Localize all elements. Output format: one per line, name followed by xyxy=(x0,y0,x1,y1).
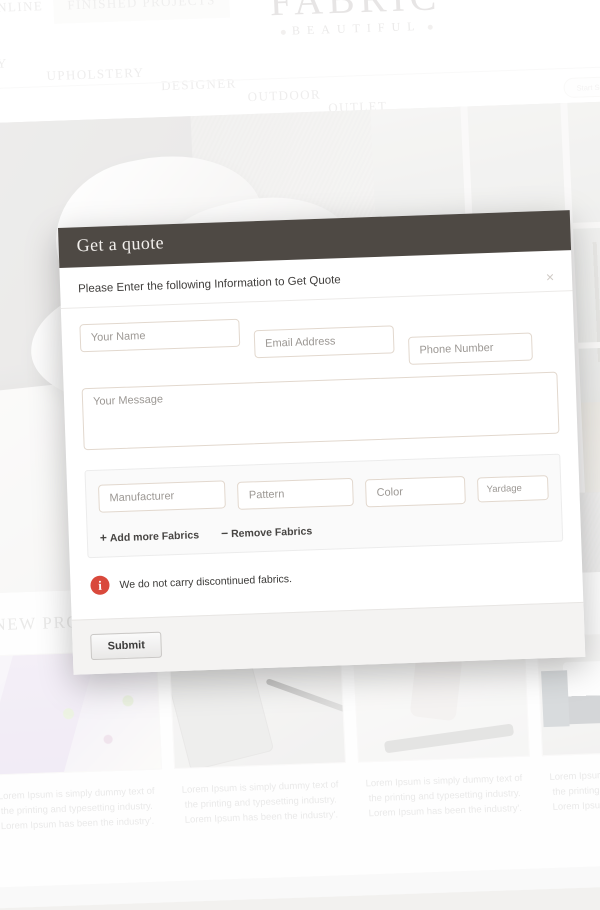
main-navigation: SHOP ONLINE FINISHED PROJECTS DRAPERY UP… xyxy=(0,0,460,115)
message-textarea[interactable]: Your Message xyxy=(81,371,560,451)
fabric-details-group: Manufacturer Pattern Color Yardage + Add … xyxy=(84,453,564,559)
remove-fabrics-label: Remove Fabrics xyxy=(230,525,313,541)
plus-icon: + xyxy=(99,530,108,545)
modal-title: Get a quote xyxy=(76,232,165,256)
contact-fields-row: Your Name Email Address Phone Number xyxy=(79,308,557,377)
project-card-caption: Lorem Ipsum is simply dummy text of the … xyxy=(0,785,155,833)
fabric-fields-row: Manufacturer Pattern Color Yardage xyxy=(97,469,549,517)
notice-text: We do not carry discontinued fabrics. xyxy=(119,572,293,591)
yardage-input[interactable]: Yardage xyxy=(477,475,549,503)
search-input[interactable]: Start Search xyxy=(563,74,600,99)
project-card[interactable]: Lorem Ipsum is simply dummy text of the … xyxy=(168,643,347,828)
project-card[interactable]: Lorem Ipsum is simply dummy text of the … xyxy=(0,649,163,835)
project-card-caption: Lorem Ipsum is simply dummy text of the … xyxy=(365,772,523,820)
color-input[interactable]: Color xyxy=(365,475,467,508)
modal-body: Your Name Email Address Phone Number You… xyxy=(61,291,584,620)
nav-item-finished-projects[interactable]: FINISHED PROJECTS xyxy=(52,0,231,24)
fabric-action-buttons: + Add more Fabrics − Remove Fabrics xyxy=(100,515,550,544)
nav-item-shop-online[interactable]: SHOP ONLINE xyxy=(0,0,44,18)
project-card-caption: Lorem Ipsum is simply dummy text of the … xyxy=(181,779,339,826)
project-card[interactable]: Lorem Ipsum is simply dummy text of the … xyxy=(352,636,531,822)
close-icon[interactable]: × xyxy=(542,269,559,286)
remove-fabrics-button[interactable]: − Remove Fabrics xyxy=(221,523,313,540)
nav-item-upholstery[interactable]: UPHOLSTERY xyxy=(46,65,144,84)
get-a-quote-modal: Get a quote × Please Enter the following… xyxy=(58,210,586,675)
nav-item-designer[interactable]: DESIGNER xyxy=(161,76,237,95)
manufacturer-input[interactable]: Manufacturer xyxy=(97,480,227,513)
discontinued-fabrics-notice: i We do not carry discontinued fabrics. xyxy=(90,560,562,596)
email-input[interactable]: Email Address xyxy=(253,325,395,359)
submit-button[interactable]: Submit xyxy=(90,631,163,661)
nav-item-outdoor[interactable]: OUTDOOR xyxy=(247,87,321,106)
nav-item-drapery[interactable]: DRAPERY xyxy=(0,55,8,73)
pattern-input[interactable]: Pattern xyxy=(237,477,355,510)
minus-icon: − xyxy=(220,526,229,541)
name-input[interactable]: Your Name xyxy=(79,318,241,353)
info-icon: i xyxy=(90,575,110,596)
project-card-caption: Lorem Ipsum is simply dummy text of the … xyxy=(549,766,600,813)
site-footer-bar xyxy=(0,861,600,910)
add-more-fabrics-button[interactable]: + Add more Fabrics xyxy=(100,527,200,544)
phone-input[interactable]: Phone Number xyxy=(408,332,533,365)
add-more-fabrics-label: Add more Fabrics xyxy=(109,529,200,545)
